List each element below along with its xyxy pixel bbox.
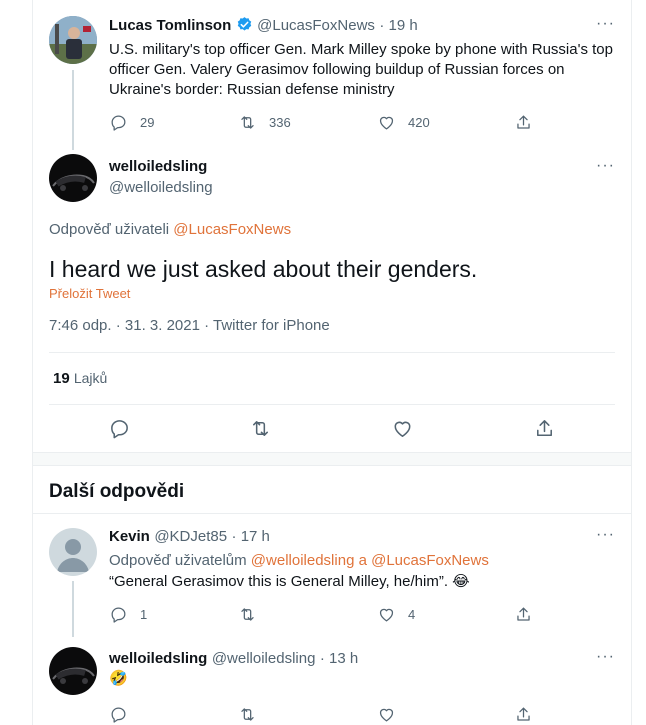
reply2-header: welloiledsling @welloiledsling · 13 h [109,649,358,669]
reply-context: Odpověď uživateli @LucasFoxNews [49,221,291,238]
reply-to-link[interactable]: @welloiledsling [251,552,355,569]
share-icon [517,707,530,721]
reply-icon [111,420,128,439]
retweet-count: 336 [269,115,291,130]
thread-line [72,70,74,150]
divider [49,352,615,353]
share-action[interactable] [514,605,533,624]
like-action[interactable] [391,417,414,440]
retweet-action[interactable] [238,705,257,724]
avatar-welloiledsling[interactable] [49,154,97,202]
more-icon[interactable]: ··· [596,526,615,544]
share-action[interactable] [514,113,533,132]
share-action[interactable] [533,417,556,440]
retweet-action[interactable]: 336 [238,113,291,132]
reply-context: Odpověď uživatelům @welloiledsling a @Lu… [109,552,489,569]
reply-action[interactable] [109,705,128,724]
retweet-icon [241,116,254,129]
likes-summary[interactable]: 19 Lajků [53,370,107,387]
divider [49,404,615,405]
timeline-column: Lucas Tomlinson @LucasFoxNews · 19 h ···… [32,0,632,725]
share-icon [517,115,530,129]
reply-action[interactable]: 1 [109,605,147,624]
like-icon [379,708,394,722]
reply-icon [111,115,126,131]
tweet1-header: Lucas Tomlinson @LucasFoxNews · 19 h [109,16,599,36]
reply-to-link[interactable]: @LucasFoxNews [173,221,291,238]
more-icon[interactable]: ··· [596,15,615,33]
tweet-time[interactable]: · 17 h [232,528,270,545]
translate-link[interactable]: Přeložit Tweet [49,286,130,301]
reply-and: a [358,552,367,569]
like-count: 420 [408,115,430,130]
avatar-kevin[interactable] [49,528,97,576]
like-action[interactable] [377,705,396,724]
likes-label: Lajků [73,370,108,386]
like-action[interactable]: 420 [377,113,430,132]
more-icon[interactable]: ··· [596,648,615,666]
reply-to-link[interactable]: @LucasFoxNews [371,552,489,569]
tweet-time[interactable]: · 13 h [320,650,358,667]
reply-prefix: Odpověď uživateli [49,221,170,238]
reply-icon [111,707,126,723]
tweet-text: U.S. military's top officer Gen. Mark Mi… [109,41,613,98]
author-handle[interactable]: @LucasFoxNews [257,17,375,34]
tweet-text: 🤣 [109,670,128,687]
retweet-action[interactable] [238,605,269,624]
like-icon [394,421,411,437]
likes-count: 19 [53,370,70,387]
reply-count: 29 [140,115,155,130]
tweet-text: “General Gerasimov this is General Mille… [109,573,470,590]
author-name[interactable]: Kevin [109,528,150,545]
verified-badge-icon [237,17,251,31]
section-title: Další odpovědi [49,481,185,502]
main-tweet-text: I heard we just asked about their gender… [49,256,478,282]
thread-line [72,581,74,637]
author-handle[interactable]: @KDJet85 [154,528,227,545]
divider [33,513,631,514]
retweet-icon [253,421,268,436]
avatar-lucas[interactable] [49,16,97,64]
tweet-time[interactable]: · 19 h [379,17,417,34]
reply-count: 1 [140,607,148,622]
like-count: 4 [408,607,416,622]
avatar-welloiledsling[interactable] [49,647,97,695]
reply-action[interactable]: 29 [109,113,154,132]
author-name[interactable]: Lucas Tomlinson [109,17,231,34]
more-icon[interactable]: ··· [596,157,615,175]
like-icon [379,608,394,622]
author-name[interactable]: welloiledsling [109,158,207,175]
tweet-meta[interactable]: 7:46 odp. · 31. 3. 2021 · Twitter for iP… [49,317,330,334]
retweet-icon [241,708,254,721]
share-icon [517,607,530,621]
author-handle[interactable]: @welloiledsling [109,179,213,196]
share-action[interactable] [514,705,533,724]
like-icon [379,116,394,130]
author-name[interactable]: welloiledsling [109,650,207,667]
retweet-action[interactable] [249,417,272,440]
reply-action[interactable] [108,417,131,440]
share-icon [537,420,552,436]
section-separator [33,452,631,466]
reply-prefix: Odpověď uživatelům [109,552,247,569]
reply-icon [111,607,126,623]
reply1-header: Kevin @KDJet85 · 17 h [109,527,270,547]
like-action[interactable]: 4 [377,605,415,624]
author-handle[interactable]: @welloiledsling [212,650,316,667]
retweet-icon [241,608,254,621]
